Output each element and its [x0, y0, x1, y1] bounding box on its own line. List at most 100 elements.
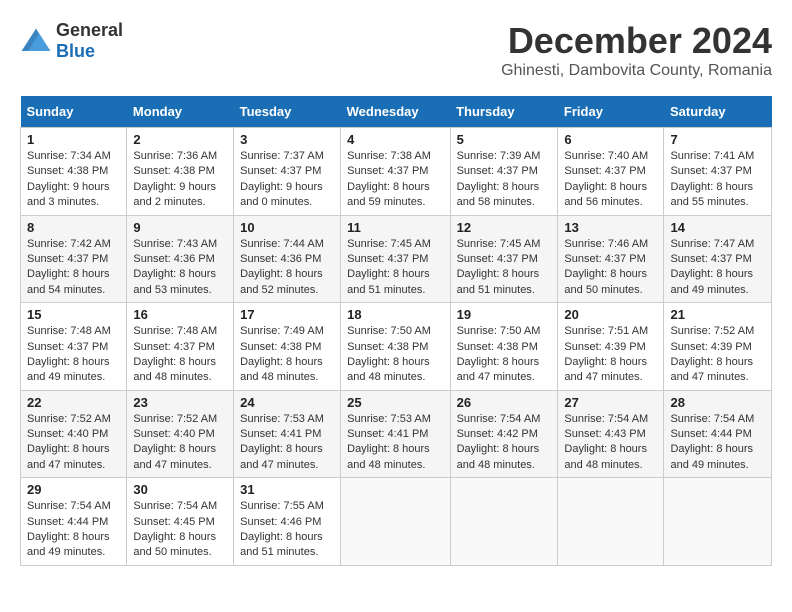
calendar-day-cell: 17 Sunrise: 7:49 AMSunset: 4:38 PMDaylig… [234, 303, 341, 391]
day-info: Sunrise: 7:41 AMSunset: 4:37 PMDaylight:… [670, 150, 754, 208]
calendar-day-cell: 16 Sunrise: 7:48 AMSunset: 4:37 PMDaylig… [127, 303, 234, 391]
logo-text-general: General [56, 20, 123, 40]
column-header-monday: Monday [127, 96, 234, 128]
calendar-day-cell: 11 Sunrise: 7:45 AMSunset: 4:37 PMDaylig… [341, 215, 450, 303]
calendar-day-cell: 21 Sunrise: 7:52 AMSunset: 4:39 PMDaylig… [664, 303, 772, 391]
day-info: Sunrise: 7:50 AMSunset: 4:38 PMDaylight:… [347, 325, 431, 383]
day-number: 27 [564, 395, 657, 410]
day-number: 31 [240, 482, 334, 497]
calendar-day-cell: 6 Sunrise: 7:40 AMSunset: 4:37 PMDayligh… [558, 128, 664, 216]
day-info: Sunrise: 7:54 AMSunset: 4:44 PMDaylight:… [670, 413, 754, 471]
day-number: 23 [133, 395, 227, 410]
day-info: Sunrise: 7:49 AMSunset: 4:38 PMDaylight:… [240, 325, 324, 383]
day-info: Sunrise: 7:53 AMSunset: 4:41 PMDaylight:… [240, 413, 324, 471]
day-number: 22 [27, 395, 120, 410]
day-number: 4 [347, 132, 443, 147]
day-number: 18 [347, 307, 443, 322]
calendar-week-row: 1 Sunrise: 7:34 AMSunset: 4:38 PMDayligh… [21, 128, 772, 216]
day-info: Sunrise: 7:54 AMSunset: 4:44 PMDaylight:… [27, 500, 111, 558]
day-number: 26 [457, 395, 552, 410]
logo: General Blue [20, 20, 123, 62]
calendar-day-cell: 27 Sunrise: 7:54 AMSunset: 4:43 PMDaylig… [558, 390, 664, 478]
day-number: 20 [564, 307, 657, 322]
calendar-day-cell [558, 478, 664, 566]
title-section: December 2024 Ghinesti, Dambovita County… [501, 20, 772, 80]
column-header-friday: Friday [558, 96, 664, 128]
day-number: 30 [133, 482, 227, 497]
day-number: 6 [564, 132, 657, 147]
day-info: Sunrise: 7:48 AMSunset: 4:37 PMDaylight:… [133, 325, 217, 383]
day-number: 29 [27, 482, 120, 497]
day-number: 11 [347, 220, 443, 235]
day-info: Sunrise: 7:52 AMSunset: 4:39 PMDaylight:… [670, 325, 754, 383]
day-info: Sunrise: 7:46 AMSunset: 4:37 PMDaylight:… [564, 238, 648, 296]
calendar-day-cell: 15 Sunrise: 7:48 AMSunset: 4:37 PMDaylig… [21, 303, 127, 391]
calendar-day-cell: 23 Sunrise: 7:52 AMSunset: 4:40 PMDaylig… [127, 390, 234, 478]
calendar-day-cell: 24 Sunrise: 7:53 AMSunset: 4:41 PMDaylig… [234, 390, 341, 478]
calendar-day-cell: 30 Sunrise: 7:54 AMSunset: 4:45 PMDaylig… [127, 478, 234, 566]
day-number: 5 [457, 132, 552, 147]
calendar-day-cell: 19 Sunrise: 7:50 AMSunset: 4:38 PMDaylig… [450, 303, 558, 391]
calendar-day-cell: 12 Sunrise: 7:45 AMSunset: 4:37 PMDaylig… [450, 215, 558, 303]
calendar-day-cell: 8 Sunrise: 7:42 AMSunset: 4:37 PMDayligh… [21, 215, 127, 303]
calendar-header-row: SundayMondayTuesdayWednesdayThursdayFrid… [21, 96, 772, 128]
day-number: 21 [670, 307, 765, 322]
calendar-day-cell: 4 Sunrise: 7:38 AMSunset: 4:37 PMDayligh… [341, 128, 450, 216]
calendar-day-cell: 31 Sunrise: 7:55 AMSunset: 4:46 PMDaylig… [234, 478, 341, 566]
day-number: 17 [240, 307, 334, 322]
day-number: 13 [564, 220, 657, 235]
calendar-day-cell [450, 478, 558, 566]
calendar-day-cell [664, 478, 772, 566]
day-info: Sunrise: 7:54 AMSunset: 4:45 PMDaylight:… [133, 500, 217, 558]
day-number: 15 [27, 307, 120, 322]
column-header-saturday: Saturday [664, 96, 772, 128]
calendar-day-cell: 18 Sunrise: 7:50 AMSunset: 4:38 PMDaylig… [341, 303, 450, 391]
day-info: Sunrise: 7:43 AMSunset: 4:36 PMDaylight:… [133, 238, 217, 296]
day-info: Sunrise: 7:38 AMSunset: 4:37 PMDaylight:… [347, 150, 431, 208]
day-number: 28 [670, 395, 765, 410]
day-info: Sunrise: 7:37 AMSunset: 4:37 PMDaylight:… [240, 150, 324, 208]
day-info: Sunrise: 7:40 AMSunset: 4:37 PMDaylight:… [564, 150, 648, 208]
calendar-week-row: 15 Sunrise: 7:48 AMSunset: 4:37 PMDaylig… [21, 303, 772, 391]
day-info: Sunrise: 7:55 AMSunset: 4:46 PMDaylight:… [240, 500, 324, 558]
calendar-day-cell: 26 Sunrise: 7:54 AMSunset: 4:42 PMDaylig… [450, 390, 558, 478]
day-number: 8 [27, 220, 120, 235]
day-info: Sunrise: 7:42 AMSunset: 4:37 PMDaylight:… [27, 238, 111, 296]
calendar-day-cell [341, 478, 450, 566]
day-info: Sunrise: 7:48 AMSunset: 4:37 PMDaylight:… [27, 325, 111, 383]
day-info: Sunrise: 7:44 AMSunset: 4:36 PMDaylight:… [240, 238, 324, 296]
day-number: 25 [347, 395, 443, 410]
day-info: Sunrise: 7:52 AMSunset: 4:40 PMDaylight:… [133, 413, 217, 471]
column-header-tuesday: Tuesday [234, 96, 341, 128]
main-title: December 2024 [501, 20, 772, 62]
day-info: Sunrise: 7:54 AMSunset: 4:43 PMDaylight:… [564, 413, 648, 471]
calendar-day-cell: 7 Sunrise: 7:41 AMSunset: 4:37 PMDayligh… [664, 128, 772, 216]
logo-icon [20, 27, 52, 55]
calendar-week-row: 8 Sunrise: 7:42 AMSunset: 4:37 PMDayligh… [21, 215, 772, 303]
day-number: 2 [133, 132, 227, 147]
day-number: 7 [670, 132, 765, 147]
logo-text-blue: Blue [56, 41, 95, 61]
day-info: Sunrise: 7:34 AMSunset: 4:38 PMDaylight:… [27, 150, 111, 208]
day-number: 1 [27, 132, 120, 147]
column-header-thursday: Thursday [450, 96, 558, 128]
day-number: 14 [670, 220, 765, 235]
day-number: 16 [133, 307, 227, 322]
day-number: 19 [457, 307, 552, 322]
column-header-wednesday: Wednesday [341, 96, 450, 128]
calendar-day-cell: 25 Sunrise: 7:53 AMSunset: 4:41 PMDaylig… [341, 390, 450, 478]
calendar-day-cell: 9 Sunrise: 7:43 AMSunset: 4:36 PMDayligh… [127, 215, 234, 303]
day-info: Sunrise: 7:51 AMSunset: 4:39 PMDaylight:… [564, 325, 648, 383]
calendar-table: SundayMondayTuesdayWednesdayThursdayFrid… [20, 96, 772, 566]
calendar-day-cell: 29 Sunrise: 7:54 AMSunset: 4:44 PMDaylig… [21, 478, 127, 566]
page-header: General Blue December 2024 Ghinesti, Dam… [20, 20, 772, 80]
calendar-day-cell: 1 Sunrise: 7:34 AMSunset: 4:38 PMDayligh… [21, 128, 127, 216]
column-header-sunday: Sunday [21, 96, 127, 128]
day-info: Sunrise: 7:52 AMSunset: 4:40 PMDaylight:… [27, 413, 111, 471]
day-info: Sunrise: 7:50 AMSunset: 4:38 PMDaylight:… [457, 325, 541, 383]
day-info: Sunrise: 7:39 AMSunset: 4:37 PMDaylight:… [457, 150, 541, 208]
day-number: 3 [240, 132, 334, 147]
calendar-week-row: 29 Sunrise: 7:54 AMSunset: 4:44 PMDaylig… [21, 478, 772, 566]
day-number: 24 [240, 395, 334, 410]
calendar-day-cell: 3 Sunrise: 7:37 AMSunset: 4:37 PMDayligh… [234, 128, 341, 216]
